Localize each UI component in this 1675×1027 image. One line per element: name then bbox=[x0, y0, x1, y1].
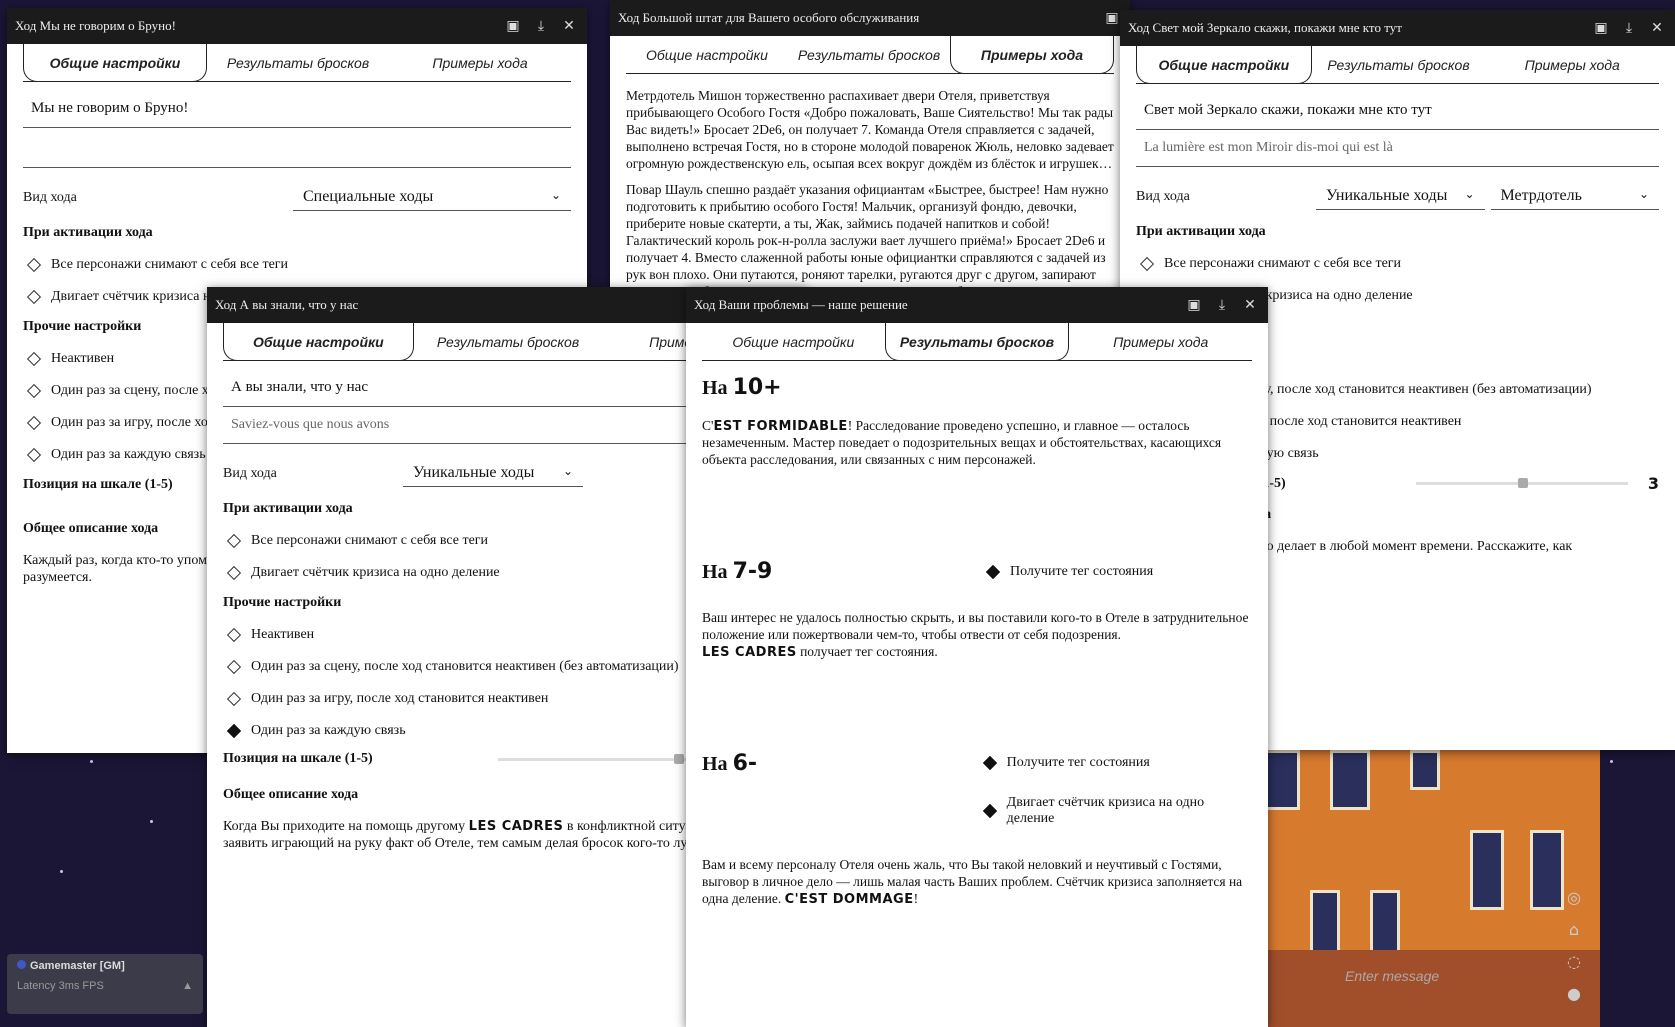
result-6minus-heading: На 6- bbox=[702, 751, 758, 776]
tab-results[interactable]: Результаты бросков bbox=[207, 44, 389, 81]
download-icon[interactable]: ⤓ bbox=[1619, 18, 1639, 38]
sidebar-controls: ◎ ⌂ ◌ ● bbox=[1557, 888, 1591, 1016]
section-activation: При активации хода bbox=[1136, 224, 1266, 239]
move-name-input[interactable]: Мы не говорим о Бруно! bbox=[23, 90, 571, 128]
result-7-9-heading: На 7-9 bbox=[702, 559, 773, 584]
example-paragraph: Метрдотель Мишон торжественно распахивае… bbox=[626, 88, 1114, 171]
result-6minus-text: Вам и всему персоналу Отеля очень жаль, … bbox=[702, 857, 1243, 907]
scale-value: 3 bbox=[1647, 474, 1659, 493]
close-icon[interactable]: ✕ bbox=[1240, 295, 1260, 315]
diamond-checkbox-icon bbox=[26, 383, 42, 399]
title-bar[interactable]: Ход Мы не говорим о Бруно! ▣ ⤓ ✕ bbox=[7, 8, 587, 44]
journal-icon[interactable]: ▣ bbox=[1591, 18, 1611, 38]
diamond-checkbox-icon bbox=[226, 659, 242, 675]
scale-label: Позиция на шкале (1-5) bbox=[223, 751, 373, 766]
lock-icon[interactable]: ⌂ bbox=[1557, 920, 1591, 952]
move-window-your-problems[interactable]: Ход Ваши проблемы — наше решение ▣ ⤓ ✕ О… bbox=[686, 287, 1268, 1027]
result-effect: Получите тег состояния bbox=[982, 564, 1153, 580]
close-icon[interactable]: ✕ bbox=[1647, 18, 1667, 38]
result-10plus-text: C'EST FORMIDABLE! Расследование проведен… bbox=[702, 418, 1222, 468]
diamond-checkbox-checked-icon bbox=[226, 723, 242, 739]
role-select[interactable]: Метрдотель ⌄ bbox=[1490, 183, 1659, 210]
diamond-checkbox-icon bbox=[26, 351, 42, 367]
tab-results[interactable]: Результаты бросков bbox=[884, 323, 1070, 361]
move-type-select[interactable]: Уникальные ходы ⌄ bbox=[403, 460, 583, 487]
chevron-down-icon: ⌄ bbox=[562, 464, 573, 478]
move-type-label: Вид хода bbox=[223, 465, 277, 481]
move-name-input[interactable]: Свет мой Зеркало скажи, покажи мне кто т… bbox=[1136, 92, 1659, 130]
chevron-down-icon: ⌄ bbox=[550, 188, 561, 202]
diamond-filled-icon bbox=[985, 564, 1001, 579]
move-type-select[interactable]: Уникальные ходы ⌄ bbox=[1316, 183, 1485, 210]
fps-label: 3ms FPS bbox=[58, 980, 104, 992]
scale-slider[interactable] bbox=[1416, 478, 1628, 488]
caret-up-icon[interactable]: ▲ bbox=[182, 980, 193, 992]
window-title: Ход Большой штат для Вашего особого обсл… bbox=[618, 10, 920, 25]
player-name: Gamemaster [GM] bbox=[30, 960, 125, 972]
player-list[interactable]: Gamemaster [GM] Latency 3ms FPS ▲ bbox=[7, 954, 203, 1014]
tab-examples[interactable]: Примеры хода bbox=[1485, 46, 1659, 83]
eye-slash-icon[interactable]: ◌ bbox=[1557, 952, 1591, 984]
globe-icon[interactable]: ◎ bbox=[1557, 888, 1591, 920]
result-10plus-heading: На 10+ bbox=[702, 375, 782, 400]
chevron-down-icon: ⌄ bbox=[1638, 187, 1649, 201]
tab-general[interactable]: Общие настройки bbox=[1136, 46, 1312, 84]
latency-label: Latency bbox=[17, 980, 56, 992]
result-7-9-text: Ваш интерес не удалось полностью скрыть,… bbox=[702, 610, 1249, 660]
window-title: Ход Свет мой Зеркало скажи, покажи мне к… bbox=[1128, 20, 1402, 35]
diamond-checkbox-icon bbox=[226, 533, 242, 549]
window-title: Ход Ваши проблемы — наше решение bbox=[694, 297, 908, 312]
option-remove-tags[interactable]: Все персонажи снимают с себя все теги bbox=[1136, 256, 1659, 272]
option-remove-tags[interactable]: Все персонажи снимают с себя все теги bbox=[23, 257, 571, 273]
player-color-dot bbox=[17, 960, 26, 969]
download-icon[interactable]: ⤓ bbox=[1212, 295, 1232, 315]
tab-general[interactable]: Общие настройки bbox=[23, 44, 207, 82]
tab-examples[interactable]: Примеры хода bbox=[1069, 323, 1252, 360]
tab-general[interactable]: Общие настройки bbox=[702, 323, 885, 360]
section-activation: При активации хода bbox=[23, 225, 153, 240]
tab-results[interactable]: Результаты бросков bbox=[414, 323, 603, 360]
diamond-checkbox-icon bbox=[26, 289, 42, 305]
user-icon[interactable]: ● bbox=[1557, 984, 1591, 1016]
journal-icon[interactable]: ▣ bbox=[1102, 8, 1122, 28]
tab-results[interactable]: Результаты бросков bbox=[1312, 46, 1486, 83]
close-icon[interactable]: ✕ bbox=[559, 16, 579, 36]
tab-general[interactable]: Общие настройки bbox=[223, 323, 414, 361]
chat-message-input[interactable]: Enter message bbox=[1265, 960, 1530, 996]
diamond-filled-icon bbox=[982, 803, 997, 819]
title-bar[interactable]: Ход Большой штат для Вашего особого обсл… bbox=[610, 0, 1130, 36]
move-name-fr-input[interactable]: La lumière est mon Miroir dis-moi qui es… bbox=[1136, 130, 1659, 167]
diamond-checkbox-icon bbox=[226, 627, 242, 643]
move-type-select[interactable]: Специальные ходы ⌄ bbox=[293, 184, 571, 211]
title-bar[interactable]: Ход Свет мой Зеркало скажи, покажи мне к… bbox=[1120, 10, 1675, 46]
title-bar[interactable]: Ход Ваши проблемы — наше решение ▣ ⤓ ✕ bbox=[686, 287, 1268, 323]
result-effect: Двигает счётчик кризиса на одно деление bbox=[979, 795, 1252, 827]
diamond-checkbox-icon bbox=[226, 565, 242, 581]
example-paragraph: Повар Шауль спешно раздаёт указания офиц… bbox=[626, 182, 1109, 298]
download-icon[interactable]: ⤓ bbox=[531, 16, 551, 36]
diamond-checkbox-icon bbox=[226, 691, 242, 707]
move-type-label: Вид хода bbox=[1136, 188, 1190, 204]
tab-examples[interactable]: Примеры хода bbox=[389, 44, 571, 81]
diamond-filled-icon bbox=[982, 755, 997, 771]
journal-icon[interactable]: ▣ bbox=[1184, 295, 1204, 315]
move-type-label: Вид хода bbox=[23, 189, 77, 205]
tab-examples[interactable]: Примеры хода bbox=[950, 36, 1114, 74]
window-title: Ход Мы не говорим о Бруно! bbox=[15, 18, 176, 33]
tab-general[interactable]: Общие настройки bbox=[626, 36, 788, 73]
diamond-checkbox-icon bbox=[26, 257, 42, 273]
diamond-checkbox-icon bbox=[26, 447, 42, 463]
journal-icon[interactable]: ▣ bbox=[503, 16, 523, 36]
tab-results[interactable]: Результаты бросков bbox=[788, 36, 950, 73]
chevron-down-icon: ⌄ bbox=[1464, 187, 1475, 201]
result-effect: Получите тег состояния bbox=[979, 755, 1252, 771]
diamond-checkbox-icon bbox=[26, 415, 42, 431]
diamond-checkbox-icon bbox=[1139, 256, 1155, 272]
move-name-fr-input[interactable] bbox=[23, 128, 571, 168]
